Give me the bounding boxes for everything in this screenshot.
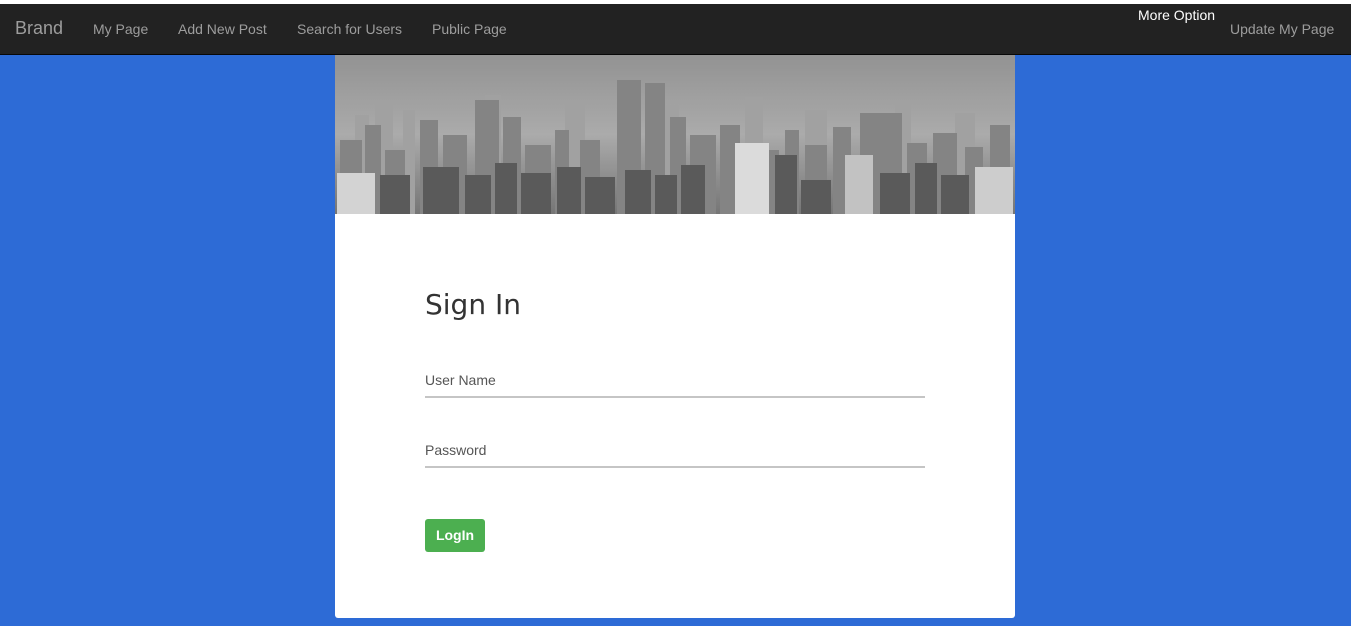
nav-public-page[interactable]: Public Page — [432, 20, 507, 38]
city-skyline-banner — [335, 55, 1015, 214]
brand-link[interactable]: Brand — [15, 18, 63, 38]
nav-update-my-page[interactable]: Update My Page — [1230, 20, 1334, 38]
username-field[interactable]: User Name — [425, 368, 925, 398]
signin-title: Sign In — [425, 288, 521, 321]
signin-card: Sign In User Name Password LogIn — [335, 55, 1015, 618]
password-label: Password — [425, 442, 487, 458]
login-button[interactable]: LogIn — [425, 519, 485, 552]
top-navbar: Brand My Page Add New Post Search for Us… — [0, 4, 1351, 55]
nav-search-users[interactable]: Search for Users — [297, 20, 402, 38]
more-option-menu[interactable]: More Option — [1138, 6, 1215, 24]
username-label: User Name — [425, 372, 496, 388]
nav-my-page[interactable]: My Page — [93, 20, 148, 38]
nav-add-new-post[interactable]: Add New Post — [178, 20, 267, 38]
password-field[interactable]: Password — [425, 438, 925, 468]
